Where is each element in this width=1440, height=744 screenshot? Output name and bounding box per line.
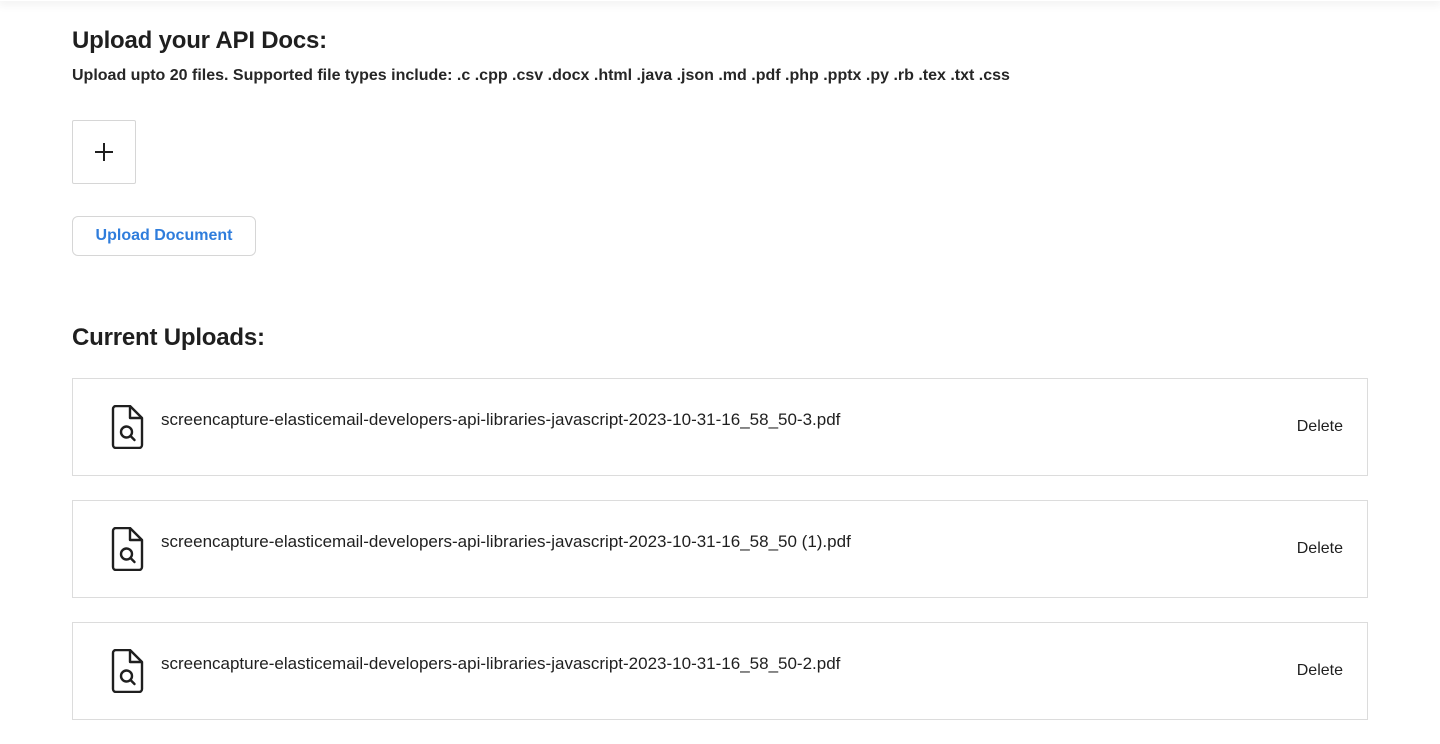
plus-icon xyxy=(95,143,113,161)
upload-item: screencapture-elasticemail-developers-ap… xyxy=(72,378,1368,476)
upload-document-button[interactable]: Upload Document xyxy=(72,216,256,256)
file-search-icon xyxy=(111,527,144,571)
current-uploads-title: Current Uploads: xyxy=(72,324,265,351)
file-name: screencapture-elasticemail-developers-ap… xyxy=(161,532,851,551)
upload-item: screencapture-elasticemail-developers-ap… xyxy=(72,500,1368,598)
add-file-button[interactable] xyxy=(72,120,136,184)
file-name: screencapture-elasticemail-developers-ap… xyxy=(161,654,841,673)
page-title: Upload your API Docs: xyxy=(72,27,327,54)
supported-types-text: Upload upto 20 files. Supported file typ… xyxy=(72,67,1010,84)
delete-button[interactable]: Delete xyxy=(1297,540,1343,558)
uploads-list: screencapture-elasticemail-developers-ap… xyxy=(72,378,1368,744)
file-search-icon xyxy=(111,649,144,693)
file-search-icon xyxy=(111,405,144,449)
delete-button[interactable]: Delete xyxy=(1297,662,1343,680)
header-shadow xyxy=(0,0,1440,1)
delete-button[interactable]: Delete xyxy=(1297,418,1343,436)
file-name: screencapture-elasticemail-developers-ap… xyxy=(161,410,841,429)
upload-item: screencapture-elasticemail-developers-ap… xyxy=(72,622,1368,720)
